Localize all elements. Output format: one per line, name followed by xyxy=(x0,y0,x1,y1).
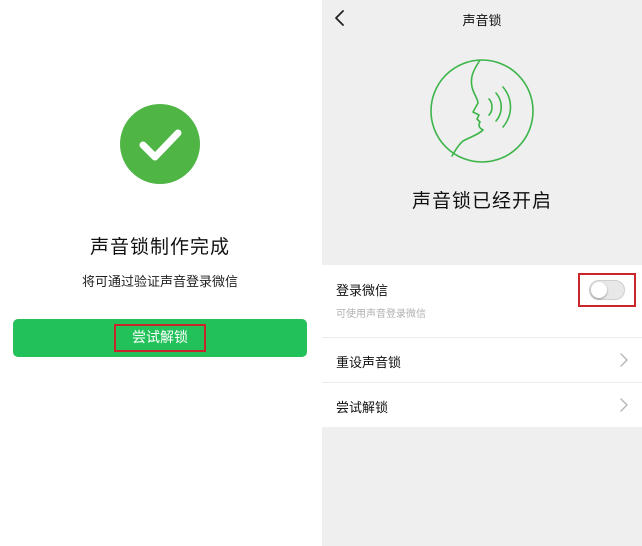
nav-bar: 声音锁 xyxy=(322,0,642,38)
try-unlock-label: 尝试解锁 xyxy=(114,324,206,352)
login-wechat-label: 登录微信 xyxy=(336,284,389,299)
chevron-right-icon xyxy=(620,398,628,412)
try-unlock-row[interactable]: 尝试解锁 xyxy=(322,383,642,427)
login-wechat-row: 登录微信 可使用声音登录微信 xyxy=(322,265,642,338)
chevron-right-icon xyxy=(620,353,628,367)
login-wechat-hint: 可使用声音登录微信 xyxy=(336,309,426,320)
try-unlock-row-label: 尝试解锁 xyxy=(336,401,389,416)
reset-voice-lock-row[interactable]: 重设声音锁 xyxy=(322,338,642,383)
completion-title: 声音锁制作完成 xyxy=(89,236,230,258)
voice-lock-settings-panel: 声音锁 声音锁已经开启 登录微信 可使用声音登录微信 重设声音锁 尝试解锁 xyxy=(322,0,642,546)
voice-profile-icon xyxy=(430,59,534,163)
completion-panel: 声音锁制作完成 将可通过验证声音登录微信 尝试解锁 xyxy=(0,0,320,546)
toggle-knob xyxy=(591,282,607,298)
nav-title: 声音锁 xyxy=(462,14,502,29)
completion-subtitle: 将可通过验证声音登录微信 xyxy=(81,275,238,290)
settings-list: 登录微信 可使用声音登录微信 重设声音锁 尝试解锁 xyxy=(322,265,642,427)
reset-voice-lock-label: 重设声音锁 xyxy=(336,356,402,371)
checkmark-icon xyxy=(120,104,200,184)
try-unlock-button[interactable]: 尝试解锁 xyxy=(13,319,307,357)
toggle-highlight-box xyxy=(578,273,636,307)
lock-enabled-status: 声音锁已经开启 xyxy=(411,190,552,212)
login-wechat-toggle[interactable] xyxy=(589,280,625,300)
